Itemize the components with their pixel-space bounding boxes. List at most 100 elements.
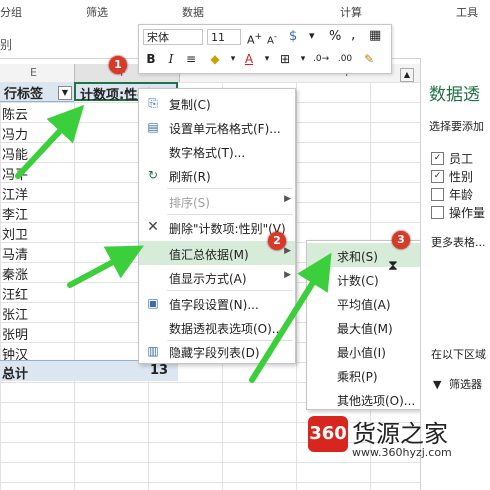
font-color-dropdown-icon[interactable]: ▾ [259,51,275,67]
watermark-logo: 360 [308,416,348,452]
menu-item-label: 复制(C) [169,98,211,112]
column-header-e[interactable]: E [30,66,37,79]
pivot-row-item[interactable]: 秦涨 [2,264,28,283]
field-checkbox[interactable]: ✓ [431,170,444,183]
italic-button[interactable]: I [163,51,179,67]
pivot-row-item[interactable]: 马清 [2,244,28,263]
currency-format-icon[interactable]: $ [289,29,297,44]
format-table-icon[interactable]: ▦ [369,28,381,43]
submenu-item-average[interactable]: 平均值(A) [307,291,431,315]
pane-subtitle: 选择要添加 [429,120,484,133]
pivot-total-value: 13 [150,363,169,378]
borders-icon[interactable]: ⊞ [277,51,293,67]
comma-style-icon[interactable]: , [351,27,355,43]
dropdown-chevron-icon[interactable]: ▾ [309,29,315,42]
font-color-icon[interactable]: A [241,51,257,67]
more-tables-link[interactable]: 更多表格... [431,234,486,250]
menu-item-value-field-settings[interactable]: ▣ 值字段设置(N)... [139,291,295,315]
submenu-item-more-options[interactable]: 其他选项(O)... [307,387,431,411]
submenu-item-label: 其他选项(O)... [337,394,416,408]
pivot-row-item[interactable]: 李江 [2,204,28,223]
field-checkbox[interactable] [431,206,444,219]
increase-decimal-icon[interactable]: .0→ [313,51,329,67]
pivot-row-item[interactable]: 张江 [2,304,28,323]
menu-item-sort[interactable]: 排序(S) ▶ [139,189,295,213]
field-settings-icon: ▣ [147,296,159,310]
fill-dropdown-icon[interactable]: ▾ [225,51,241,67]
bold-button[interactable]: B [143,51,159,67]
step-badge-3: 3 [392,231,410,249]
font-name-value: 宋体 [147,31,169,44]
filter-dropdown-icon[interactable]: ▼ [58,86,72,100]
menu-item-hide-field-list[interactable]: ▥ 隐藏字段列表(D) [139,339,295,363]
font-size-value: 11 [211,31,225,44]
menu-item-label: 排序(S) [169,196,210,210]
ribbon-group-filter[interactable]: 筛选 [86,4,108,20]
watermark-url: www.360hyzj.com [352,446,452,459]
submenu-arrow-icon: ▶ [284,270,291,280]
context-menu: ⎘ 复制(C) ▤ 设置单元格格式(F)... 数字格式(T)... ↻ 刷新(… [138,88,296,364]
ribbon-group-data[interactable]: 数据 [182,4,204,20]
menu-item-label: 值汇总依据(M) [169,248,249,262]
submenu-item-product[interactable]: 乘积(P) [307,363,431,387]
menu-item-refresh[interactable]: ↻ 刷新(R) [139,163,295,187]
field-checkbox[interactable]: ✓ [431,152,444,165]
borders-dropdown-icon[interactable]: ▾ [295,51,311,67]
submenu-item-min[interactable]: 最小值(I) [307,339,431,363]
submenu-arrow-icon: ▶ [284,246,291,256]
format-cells-icon: ▤ [147,120,159,134]
pivot-row-item[interactable]: 刘卫 [2,224,28,243]
delete-x-icon: ✕ [147,219,159,235]
menu-item-label: 值字段设置(N)... [169,298,259,312]
pivot-row-item[interactable]: 冯平 [2,164,28,183]
submenu-item-label: 乘积(P) [337,370,378,384]
ribbon-group-grouping[interactable]: 分组 [0,4,22,20]
percent-style-icon[interactable]: % [329,29,341,44]
filter-funnel-icon: ▼ [433,378,442,391]
copy-icon: ⎘ [148,96,158,110]
pivot-row-item[interactable]: 冯力 [2,124,28,143]
decrease-decimal-icon[interactable]: .00 [337,51,353,67]
field-list-icon: ▥ [147,344,159,358]
menu-item-copy[interactable]: ⎘ 复制(C) [139,91,295,115]
name-box[interactable]: 别 [0,36,12,53]
shrink-font-icon[interactable]: A- [267,31,277,46]
grow-font-icon[interactable]: A+ [247,31,262,47]
submenu-item-label: 最小值(I) [337,346,386,360]
ribbon-group-calc[interactable]: 计算 [340,4,362,20]
step-badge-2: 2 [268,232,286,250]
pivot-row-item[interactable]: 张明 [2,324,28,343]
pane-title: 数据透 [429,85,480,105]
submenu-item-label: 求和(S) [337,250,378,264]
pivot-row-item[interactable]: 陈云 [2,104,28,123]
submenu-item-count[interactable]: 计数(C) [307,267,431,291]
watermark-name: 货源之家 [352,420,448,448]
scroll-up-icon[interactable]: ▲ [400,68,414,82]
field-label: 性别 [449,170,474,184]
field-checkbox[interactable] [431,188,444,201]
filters-area-label: 筛选器 [449,378,482,391]
menu-item-label: 数字格式(T)... [169,146,246,160]
menu-item-label: 隐藏字段列表(D) [169,346,260,360]
menu-item-label: 值显示方式(A) [169,272,247,286]
menu-item-format-cells[interactable]: ▤ 设置单元格格式(F)... [139,115,295,139]
font-name-box[interactable]: 宋体 [143,29,203,45]
submenu-item-sum[interactable]: 求和(S) [307,243,431,267]
fill-color-icon[interactable]: ◆ [207,51,223,67]
menu-item-show-values-as[interactable]: 值显示方式(A) ▶ [139,265,295,289]
submenu-item-label: 计数(C) [337,274,379,288]
submenu-item-label: 最大值(M) [337,322,393,336]
ribbon-group-tools[interactable]: 工具 [456,4,478,20]
refresh-icon: ↻ [147,168,159,182]
menu-item-label: 设置单元格格式(F)... [169,122,281,136]
menu-item-pivot-options[interactable]: 数据透视表选项(O)... [139,315,295,339]
pivot-row-item[interactable]: 冯能 [2,144,28,163]
busy-cursor-icon: ⧗ [388,258,398,274]
pivot-row-item[interactable]: 汪红 [2,284,28,303]
menu-item-number-format[interactable]: 数字格式(T)... [139,139,295,163]
align-center-icon[interactable]: ≡ [183,51,199,67]
format-painter-icon[interactable]: ✎ [361,51,377,67]
submenu-item-max[interactable]: 最大值(M) [307,315,431,339]
pivot-row-item[interactable]: 江洋 [2,184,28,203]
font-size-box[interactable]: 11 [207,29,241,45]
